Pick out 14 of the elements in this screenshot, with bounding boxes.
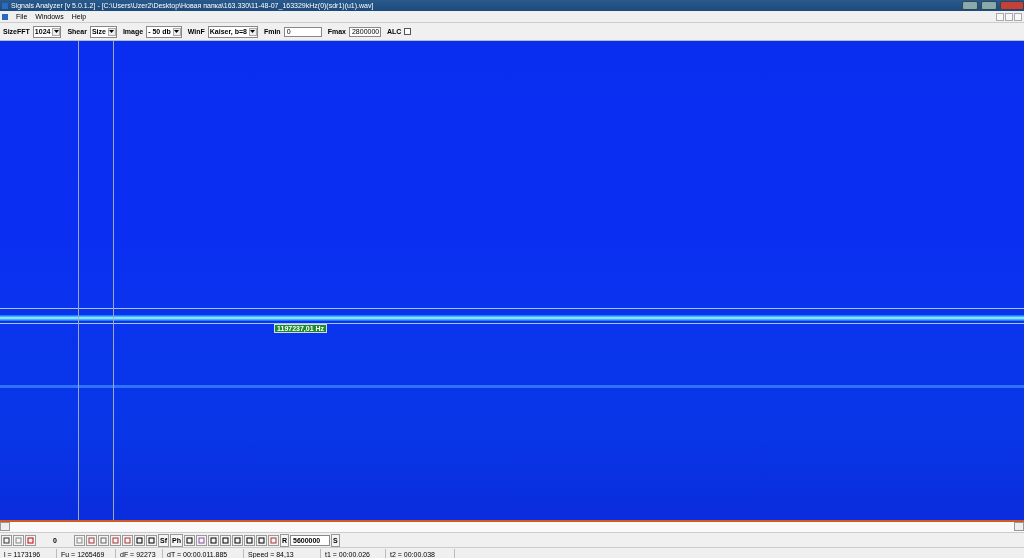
minimize-button[interactable] (996, 12, 1004, 21)
dropdown-arrow-icon (250, 30, 256, 33)
dropdown-arrow-icon (174, 30, 180, 33)
minimize-button[interactable] (962, 1, 978, 10)
close-button[interactable] (1014, 12, 1022, 21)
dropdown-arrow-icon (109, 30, 115, 33)
dropdown-arrow-icon (53, 30, 59, 33)
document-icon (2, 13, 8, 20)
checkbox[interactable] (404, 28, 412, 35)
app-icon (2, 2, 8, 9)
maximize-button[interactable] (981, 1, 997, 10)
close-button[interactable] (1000, 1, 1024, 10)
restore-button[interactable] (1005, 12, 1013, 21)
horizontal-scrollbar[interactable] (0, 520, 1024, 533)
